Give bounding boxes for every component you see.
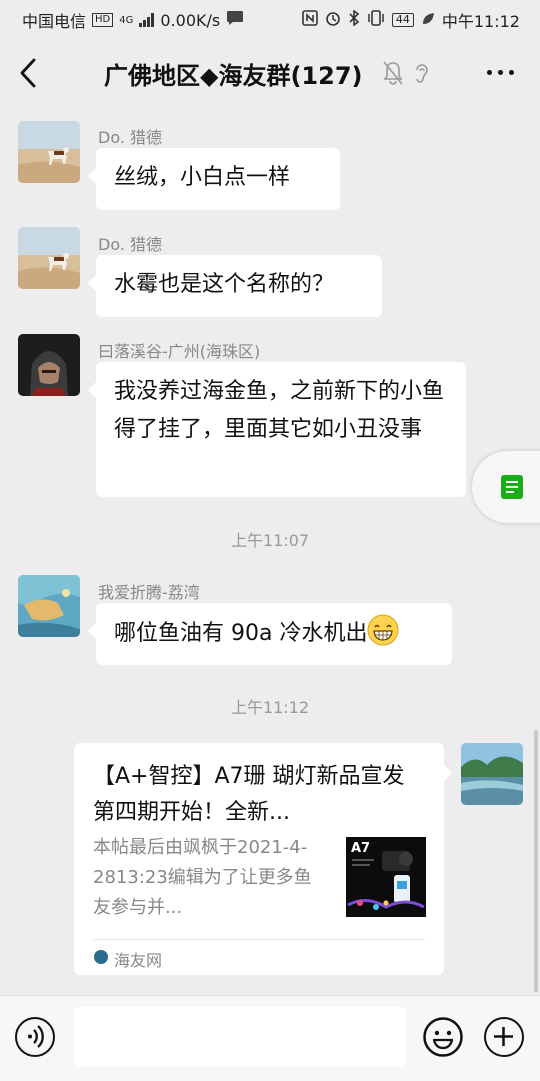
link-card[interactable]: 【A+智控】A7珊 瑚灯新品宣发 第四期开始！全新... 本帖最后由飒枫于202… <box>74 743 452 975</box>
input-bar <box>0 995 540 1081</box>
document-icon <box>501 475 523 499</box>
alarm-icon <box>325 10 341 30</box>
mute-bell-icon <box>382 60 404 86</box>
sender-name: Do. 猎德 <box>98 235 163 254</box>
chat-header: 广佛地区◆海友群(127) <box>0 36 540 110</box>
card-title: 【A+智控】A7珊 瑚灯新品宣发 第四期开始！全新... <box>93 764 405 825</box>
message-bubble[interactable]: 丝绒，小白点一样 <box>88 148 340 210</box>
plus-icon <box>494 1027 513 1046</box>
grin-emoji-icon <box>367 614 399 646</box>
floating-doc-button[interactable] <box>472 451 540 523</box>
back-button[interactable] <box>14 56 44 90</box>
message-text: 哪位鱼油有 90a 冷水机出 <box>114 621 368 646</box>
carrier-label: 中国电信 <box>22 12 87 31</box>
more-options-button[interactable] <box>487 70 514 75</box>
avatar[interactable] <box>18 227 80 289</box>
timestamp: 上午11:07 <box>230 531 310 550</box>
nfc-icon <box>302 10 318 30</box>
battery-icon: 44 <box>391 13 414 27</box>
clock-time: 中午11:12 <box>441 12 520 31</box>
sender-name: 我爱折腾-荔湾 <box>98 583 200 602</box>
leaf-icon <box>421 11 435 30</box>
message-icon <box>226 10 244 30</box>
card-thumbnail: A7 <box>346 837 426 917</box>
message-input[interactable] <box>74 1007 406 1067</box>
source-logo-icon <box>94 950 108 964</box>
message-bubble[interactable]: 我没养过海金鱼，之前新下的小鱼得了挂了，里面其它如小丑没事 <box>88 362 466 497</box>
smiley-icon <box>423 1017 463 1057</box>
card-source: 海友网 <box>114 951 163 970</box>
card-description: 本帖最后由飒枫于2021-4-2813:23编辑为了让更多鱼友参与并... <box>93 837 312 918</box>
vibrate-icon <box>367 10 385 30</box>
emoji-button[interactable] <box>423 1017 463 1057</box>
sender-name: 曰落溪谷-广州(海珠区) <box>98 342 261 361</box>
network-type: 4G <box>119 14 134 26</box>
avatar[interactable] <box>18 121 80 183</box>
hd-icon: HD <box>92 13 114 27</box>
message-bubble[interactable]: 水霉也是这个名称的？ <box>88 255 382 317</box>
signal-icon <box>139 13 155 27</box>
bluetooth-icon <box>348 9 360 30</box>
my-avatar[interactable] <box>461 743 523 805</box>
timestamp: 上午11:12 <box>230 698 310 717</box>
voice-input-button[interactable] <box>15 1017 55 1057</box>
message-bubble[interactable]: 哪位鱼油有 90a 冷水机出 <box>88 603 452 665</box>
network-speed: 0.00K/s <box>160 10 221 30</box>
avatar[interactable] <box>18 575 80 637</box>
avatar[interactable] <box>18 334 80 396</box>
status-bar: 中国电信 HD 4G 0.00K/s 44 中午11:12 <box>0 0 540 36</box>
voice-icon <box>28 1025 44 1048</box>
chat-messages[interactable]: Do. 猎德 丝绒，小白点一样 Do. 猎德 水霉也是这个名称的？ 曰落溪谷-广… <box>0 110 540 995</box>
earpiece-icon <box>413 60 431 86</box>
chat-scrollbar[interactable] <box>534 730 538 992</box>
more-functions-button[interactable] <box>484 1017 524 1057</box>
back-arrow-icon <box>20 58 36 88</box>
sender-name: Do. 猎德 <box>98 128 163 147</box>
card-divider <box>93 939 425 940</box>
chat-title: 广佛地区◆海友群(127) <box>104 62 363 90</box>
